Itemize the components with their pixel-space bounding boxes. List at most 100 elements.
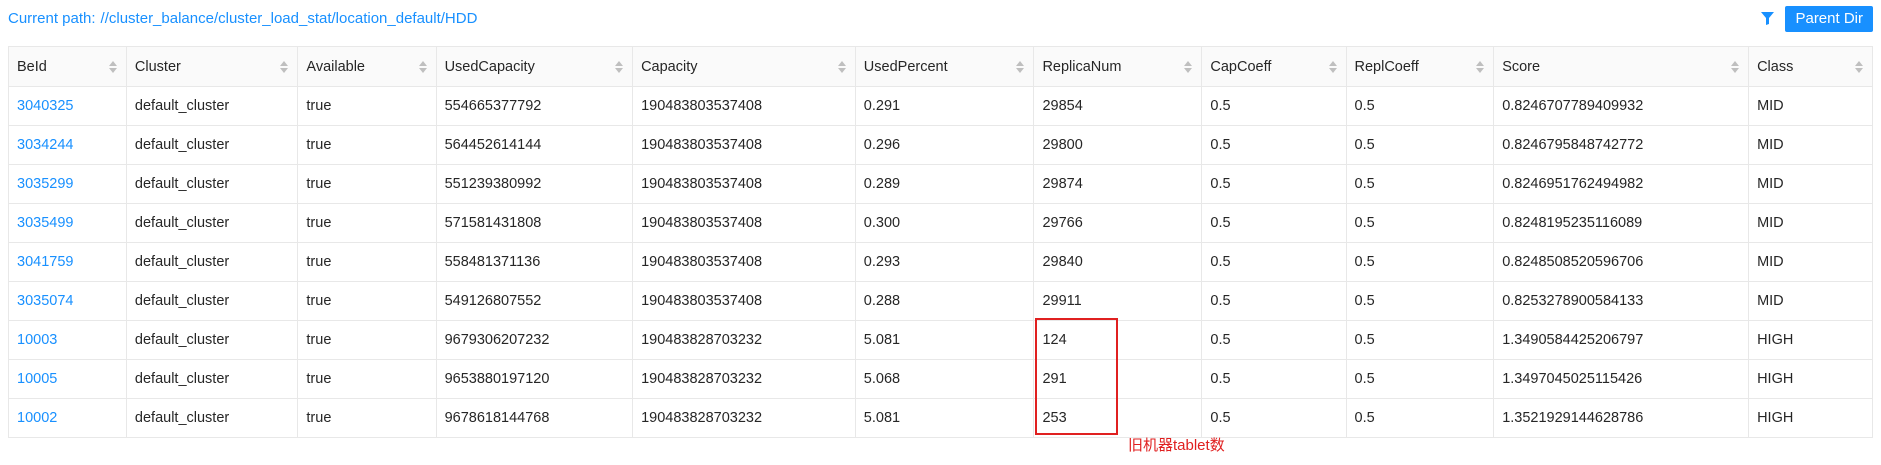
- cell-class: HIGH: [1748, 359, 1873, 399]
- column-header-available[interactable]: Available: [297, 46, 437, 87]
- sort-icon[interactable]: [1731, 60, 1740, 73]
- beid-link[interactable]: 10003: [17, 332, 57, 348]
- cell-beid: 3035299: [8, 164, 127, 204]
- cell-value: 0.5: [1210, 371, 1231, 387]
- beid-link[interactable]: 3035074: [17, 293, 73, 309]
- column-header-score[interactable]: Score: [1493, 46, 1750, 87]
- cell-capcoeff: 0.5: [1201, 86, 1347, 126]
- sort-icon[interactable]: [615, 60, 624, 73]
- cell-replicanum: 29800: [1033, 125, 1203, 165]
- column-header-replicanum[interactable]: ReplicaNum: [1033, 46, 1203, 87]
- cell-replicanum: 124: [1033, 320, 1203, 360]
- cell-available: true: [297, 125, 437, 165]
- cell-usedpercent: 0.291: [854, 86, 1035, 126]
- column-header-label: UsedCapacity: [444, 58, 535, 75]
- cell-value: 0.8246707789409932: [1502, 98, 1644, 114]
- cell-value: 29874: [1042, 176, 1083, 192]
- column-header-label: BeId: [17, 58, 47, 75]
- cell-value: default_cluster: [134, 332, 230, 348]
- cell-cluster: default_cluster: [125, 281, 299, 321]
- cell-value: true: [306, 371, 332, 387]
- cell-value: true: [306, 176, 332, 192]
- cell-value: 0.8248195235116089: [1502, 215, 1643, 231]
- beid-link[interactable]: 3040325: [17, 98, 73, 114]
- cell-capacity: 190483828703232: [632, 398, 856, 438]
- sort-icon[interactable]: [108, 60, 117, 73]
- cell-value: 190483803537408: [641, 98, 763, 114]
- cell-value: true: [306, 215, 332, 231]
- cell-replicanum: 29854: [1033, 86, 1203, 126]
- column-header-label: ReplicaNum: [1042, 58, 1122, 75]
- column-header-cluster[interactable]: Cluster: [125, 46, 299, 87]
- cell-value: 0.5: [1354, 293, 1375, 309]
- cell-value: 9679306207232: [444, 332, 550, 348]
- column-header-replcoeff[interactable]: ReplCoeff: [1345, 46, 1495, 87]
- sort-icon[interactable]: [1328, 60, 1337, 73]
- cell-value: 0.300: [863, 215, 901, 231]
- beid-link[interactable]: 3035499: [17, 215, 73, 231]
- cell-cluster: default_cluster: [125, 359, 299, 399]
- cell-value: 0.5: [1210, 98, 1231, 114]
- cell-value: HIGH: [1757, 332, 1794, 348]
- beid-link[interactable]: 10005: [17, 371, 57, 387]
- cell-replcoeff: 0.5: [1345, 203, 1495, 243]
- cell-usedcapacity: 571581431808: [435, 203, 634, 243]
- sort-icon[interactable]: [837, 60, 846, 73]
- column-header-capacity[interactable]: Capacity: [632, 46, 856, 87]
- cell-value: default_cluster: [134, 215, 230, 231]
- column-header-class[interactable]: Class: [1748, 46, 1873, 87]
- beid-link[interactable]: 3034244: [17, 137, 73, 153]
- sort-icon[interactable]: [1476, 60, 1485, 73]
- beid-link[interactable]: 10002: [17, 410, 57, 426]
- cell-value: 0.5: [1210, 176, 1231, 192]
- cell-value: 1.3521929144628786: [1502, 410, 1644, 426]
- toolbar: Parent Dir: [1757, 5, 1873, 32]
- cell-score: 1.3490584425206797: [1493, 320, 1750, 360]
- cell-value: 0.8246795848742772: [1502, 137, 1644, 153]
- cell-replicanum: 291: [1033, 359, 1203, 399]
- cell-value: 0.291: [863, 98, 901, 114]
- cell-value: 0.5: [1354, 371, 1375, 387]
- column-header-usedpercent[interactable]: UsedPercent: [854, 46, 1035, 87]
- cell-value: 29766: [1042, 215, 1083, 231]
- cell-value: 0.288: [863, 293, 901, 309]
- filter-icon[interactable]: [1757, 9, 1777, 29]
- beid-link[interactable]: 3035299: [17, 176, 73, 192]
- beid-link[interactable]: 3041759: [17, 254, 73, 270]
- column-header-beid[interactable]: BeId: [8, 46, 127, 87]
- cell-capcoeff: 0.5: [1201, 281, 1347, 321]
- column-header-label: Score: [1502, 58, 1541, 75]
- cell-value: MID: [1757, 98, 1784, 114]
- sort-icon[interactable]: [418, 60, 427, 73]
- cell-value: 291: [1042, 371, 1067, 387]
- cell-available: true: [297, 242, 437, 282]
- cell-value: 0.289: [863, 176, 901, 192]
- current-path-bar: Current path: //cluster_balance/cluster_…: [8, 0, 477, 36]
- cell-cluster: default_cluster: [125, 164, 299, 204]
- cell-beid: 10002: [8, 398, 127, 438]
- cell-usedpercent: 0.288: [854, 281, 1035, 321]
- column-header-usedcapacity[interactable]: UsedCapacity: [435, 46, 634, 87]
- cell-usedpercent: 0.289: [854, 164, 1035, 204]
- cell-value: 124: [1042, 332, 1067, 348]
- cell-replcoeff: 0.5: [1345, 86, 1495, 126]
- cell-value: 564452614144: [444, 137, 542, 153]
- column-header-label: UsedPercent: [863, 58, 948, 75]
- cell-usedcapacity: 551239380992: [435, 164, 634, 204]
- column-header-capcoeff[interactable]: CapCoeff: [1201, 46, 1347, 87]
- parent-dir-button[interactable]: Parent Dir: [1785, 5, 1873, 32]
- sort-icon[interactable]: [1855, 60, 1863, 73]
- cell-class: MID: [1748, 125, 1873, 165]
- sort-icon[interactable]: [1184, 60, 1193, 73]
- cell-value: true: [306, 137, 332, 153]
- cell-value: 190483828703232: [641, 332, 763, 348]
- cell-value: true: [306, 254, 332, 270]
- sort-icon[interactable]: [1016, 60, 1025, 73]
- cluster-load-table: BeId Cluster Available UsedCapacity Capacity…: [8, 46, 1873, 438]
- cell-value: 29911: [1042, 293, 1082, 309]
- current-path-value: //cluster_balance/cluster_load_stat/loca…: [100, 9, 478, 27]
- cell-available: true: [297, 320, 437, 360]
- cell-value: 551239380992: [444, 176, 542, 192]
- sort-icon[interactable]: [280, 60, 289, 73]
- cell-replcoeff: 0.5: [1345, 398, 1495, 438]
